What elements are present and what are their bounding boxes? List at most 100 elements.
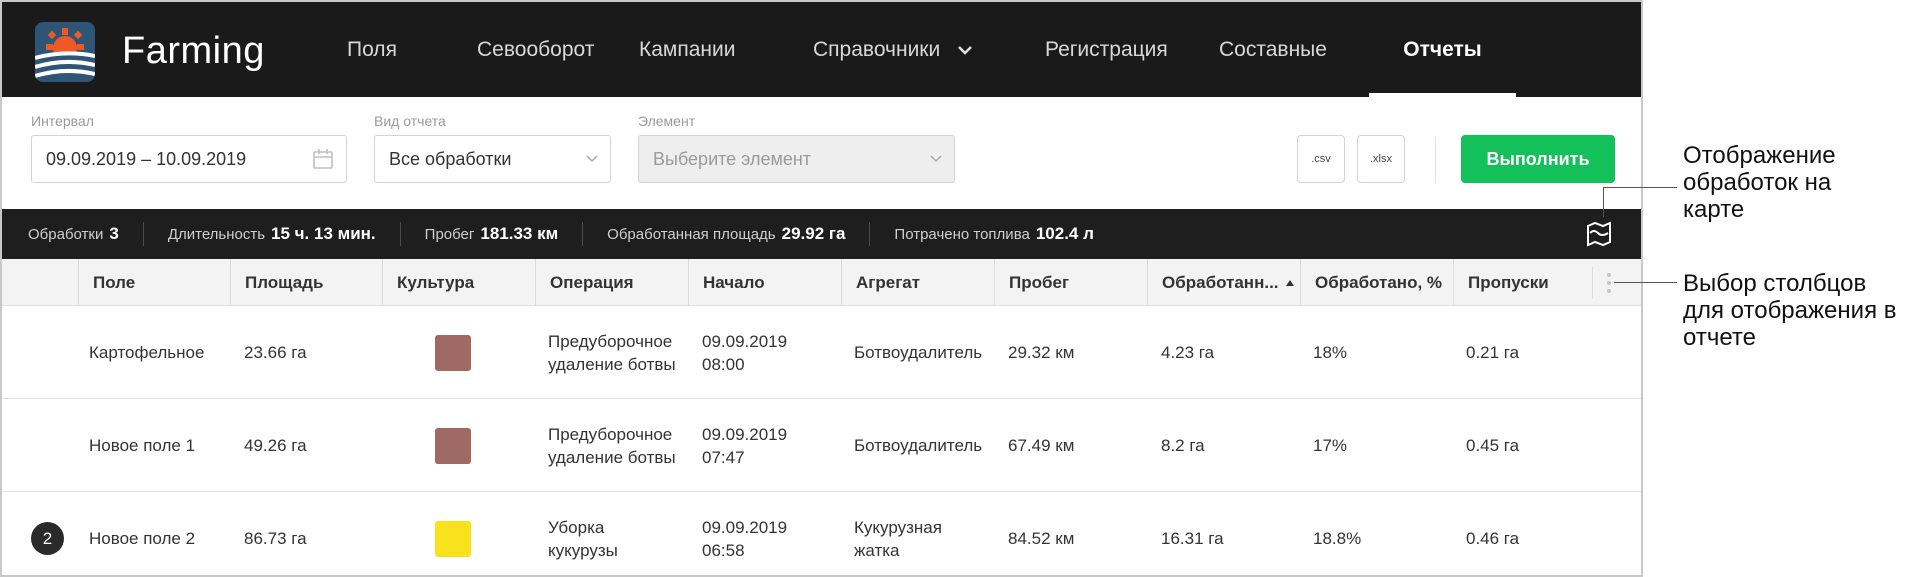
stat-duration: Длительность 15 ч. 13 мин. [168, 222, 401, 246]
sort-ascending-icon[interactable] [1285, 279, 1295, 287]
column-header-operation[interactable]: Операция [535, 259, 688, 306]
stat-value: 3 [109, 224, 119, 243]
table-header: Поле Площадь Культура Операция Начало Аг… [2, 259, 1641, 306]
stat-treatments: Обработки 3 [28, 222, 144, 246]
chevron-down-icon [930, 155, 942, 163]
cell-processed: 4.23 га [1161, 343, 1215, 362]
stat-value: 102.4 л [1035, 224, 1094, 243]
cell-gaps: 0.21 га [1466, 343, 1520, 362]
column-header-aggregate[interactable]: Агрегат [841, 259, 994, 306]
cell-gaps: 0.45 га [1466, 436, 1520, 455]
column-header-processed[interactable]: Обработанн... [1147, 259, 1300, 306]
export-xlsx-button[interactable]: .xlsx [1357, 135, 1405, 183]
stat-mileage: Пробег 181.33 км [425, 222, 584, 246]
column-header-processed-percent[interactable]: Обработано, % [1300, 259, 1453, 306]
nav-item-crop-rotation[interactable]: Севооборот [462, 2, 624, 97]
nav-item-fields[interactable]: Поля [332, 2, 462, 97]
cell-text: 07:47 [702, 447, 745, 467]
cell-operation: Предуборочное удаление ботвы [548, 306, 676, 399]
cell-processed: 16.31 га [1161, 529, 1224, 548]
stat-fuel: Потрачено топлива 102.4 л [894, 222, 1118, 246]
nav-label: Кампании [639, 37, 736, 61]
crop-color-swatch [435, 520, 471, 557]
calendar-icon[interactable] [312, 148, 334, 170]
chevron-down-icon [958, 45, 973, 55]
element-label: Элемент [638, 113, 696, 129]
stat-value: 29.92 га [781, 224, 846, 243]
cell-text: Предуборочное [548, 424, 673, 444]
app-window: Farming Поля Севооборот Кампании Справоч… [0, 0, 1643, 577]
cell-operation: Уборка кукурузы [548, 492, 618, 575]
cell-processed: 8.2 га [1161, 436, 1205, 455]
cell-area: 49.26 га [244, 436, 307, 455]
annotation-text: для отображения в [1683, 297, 1897, 324]
nav-item-composite[interactable]: Составные [1204, 2, 1369, 97]
cell-text: 09.09.2019 [702, 424, 788, 444]
cell-text: 08:00 [702, 354, 745, 374]
column-header-gaps[interactable]: Пропуски [1453, 259, 1593, 306]
cell-area: 23.66 га [244, 343, 307, 362]
annotation-line-map [1603, 187, 1677, 188]
annotation-map-view: Отображение обработок на карте [1683, 142, 1836, 223]
app-logo-icon[interactable] [35, 22, 95, 82]
interval-input[interactable]: 09.09.2019 – 10.09.2019 [31, 135, 347, 183]
cell-crop [435, 399, 471, 492]
cell-text: 06:58 [702, 540, 745, 560]
export-csv-button[interactable]: .csv [1297, 135, 1345, 183]
cell-crop [435, 306, 471, 399]
nav-label: Справочники [813, 37, 941, 61]
run-report-button[interactable]: Выполнить [1461, 135, 1615, 183]
element-select[interactable]: Выберите элемент [638, 135, 955, 183]
annotation-line-map [1603, 187, 1604, 217]
column-header-start[interactable]: Начало [688, 259, 841, 306]
main-nav: Поля Севооборот Кампании Справочники Рег… [332, 2, 1516, 97]
cell-text: удаление ботвы [548, 354, 676, 374]
column-chooser-menu-icon[interactable] [1592, 267, 1612, 299]
cell-text: Уборка [548, 517, 605, 537]
cell-field: Новое поле 1 [89, 436, 196, 455]
column-header-mileage[interactable]: Пробег [994, 259, 1147, 306]
cell-text: кукурузы [548, 540, 618, 560]
cell-aggregate: Ботвоудалитель [854, 306, 982, 399]
report-type-label: Вид отчета [374, 113, 446, 129]
table-row[interactable]: Новое поле 1 49.26 га Предуборочное удал… [2, 399, 1641, 492]
nav-label: Севооборот [477, 37, 595, 61]
nav-label: Регистрация [1045, 37, 1168, 61]
cell-percent: 18% [1313, 343, 1348, 362]
stat-processed-area: Обработанная площадь 29.92 га [607, 222, 871, 246]
summary-stats-bar: Обработки 3 Длительность 15 ч. 13 мин. Про… [2, 209, 1641, 259]
top-bar: Farming Поля Севооборот Кампании Справоч… [2, 2, 1641, 97]
cell-text: 09.09.2019 [702, 517, 788, 537]
nav-item-campaigns[interactable]: Кампании [624, 2, 798, 97]
nav-label: Составные [1219, 37, 1327, 61]
report-type-select[interactable]: Все обработки [374, 135, 611, 183]
cell-field: Картофельное [89, 343, 205, 362]
cell-area: 86.73 га [244, 529, 307, 548]
annotation-line-columns [1614, 282, 1677, 283]
nav-label: Поля [347, 37, 397, 61]
row-number-badge: 2 [31, 522, 64, 555]
stat-label: Пробег [424, 225, 475, 243]
annotation-column-chooser: Выбор столбцов для отображения в отчете [1683, 270, 1896, 351]
nav-label: Отчеты [1403, 37, 1482, 61]
column-header-area[interactable]: Площадь [230, 259, 382, 306]
cell-mileage: 29.32 км [1008, 343, 1075, 362]
column-header-crop[interactable]: Культура [382, 259, 535, 306]
chevron-down-icon [586, 155, 598, 163]
table-row[interactable]: Картофельное 23.66 га Предуборочное удал… [2, 306, 1641, 399]
cell-aggregate: Кукурузная жатка [854, 492, 942, 575]
interval-label: Интервал [31, 113, 94, 129]
cell-text: Кукурузная [854, 517, 942, 537]
cell-start: 09.09.2019 07:47 [702, 399, 787, 492]
cell-mileage: 67.49 км [1008, 436, 1075, 455]
column-header-field[interactable]: Поле [78, 259, 230, 306]
cell-aggregate: Ботвоудалитель [854, 399, 982, 492]
cell-gaps: 0.46 га [1466, 529, 1520, 548]
table-row[interactable]: 2 Новое поле 2 86.73 га Уборка кукурузы … [2, 492, 1641, 575]
map-view-icon[interactable] [1585, 220, 1613, 253]
nav-item-reports[interactable]: Отчеты [1369, 2, 1516, 97]
cell-text: Ботвоудалитель [854, 343, 983, 362]
nav-item-registration[interactable]: Регистрация [1030, 2, 1204, 97]
nav-item-directories[interactable]: Справочники [798, 2, 1030, 97]
annotation-text: обработок на [1683, 169, 1832, 196]
